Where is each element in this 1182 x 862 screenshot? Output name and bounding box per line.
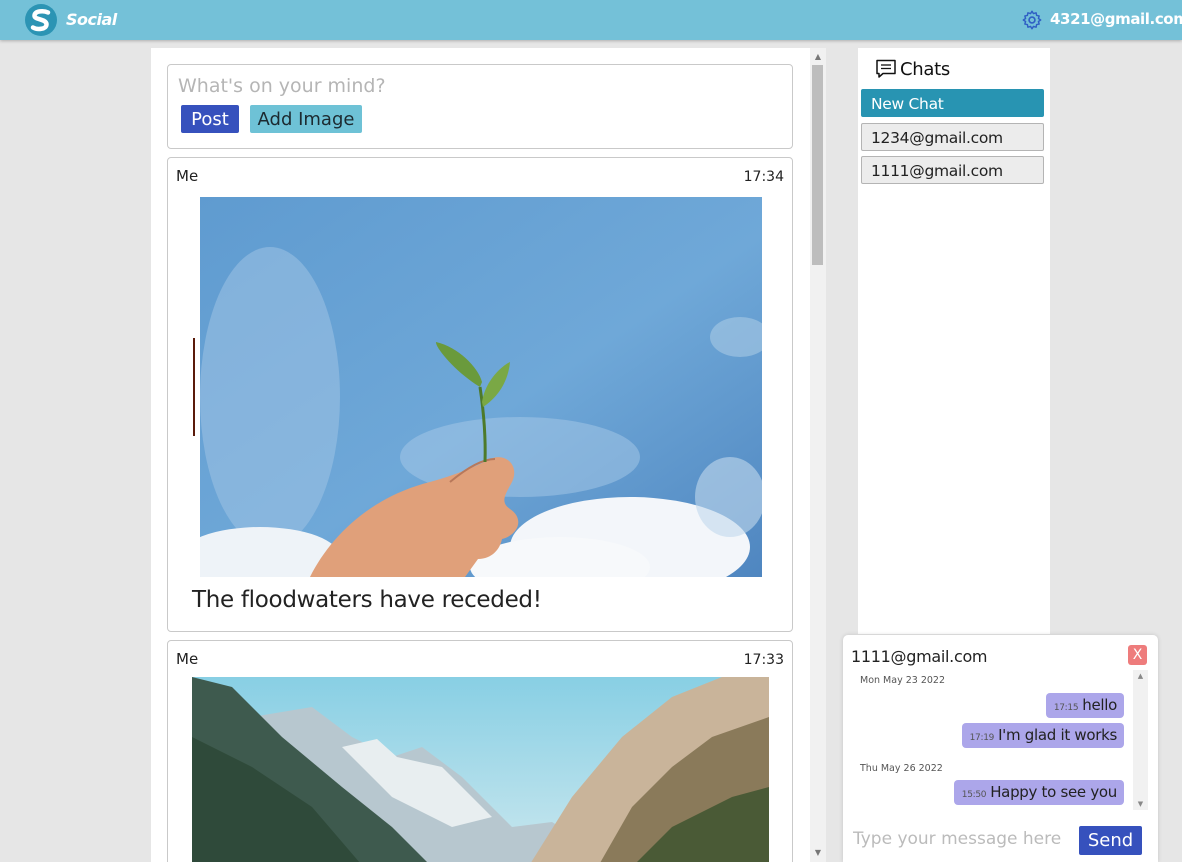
post-time: 17:33: [743, 652, 784, 668]
chats-title: Chats: [900, 59, 950, 80]
post-time: 17:34: [743, 169, 784, 185]
post-card: Me 17:34 The floodwaters have receded!: [167, 157, 793, 632]
scroll-down-arrow-icon[interactable]: ▼: [810, 846, 826, 860]
brand-name[interactable]: Social: [66, 10, 117, 29]
user-email[interactable]: 4321@gmail.com: [1050, 10, 1182, 28]
post-image[interactable]: [192, 677, 769, 862]
scroll-up-arrow-icon[interactable]: ▲: [810, 50, 826, 64]
add-image-button[interactable]: Add Image: [250, 105, 362, 133]
message-bubble: 17:19 I'm glad it works: [961, 723, 1124, 748]
message-time: 17:19: [969, 733, 995, 743]
message-text: I'm glad it works: [998, 726, 1117, 744]
message-bubble: 17:15 hello: [1045, 693, 1124, 718]
post-author: Me: [176, 167, 199, 185]
chat-icon: [876, 59, 896, 78]
feed-scrollbar[interactable]: ▲ ▼: [810, 48, 826, 862]
send-button[interactable]: Send: [1079, 826, 1142, 855]
date-separator: Mon May 23 2022: [860, 675, 945, 686]
image-edge-mark: [193, 338, 195, 436]
message-text: hello: [1082, 696, 1117, 714]
feed-panel: Post Add Image Me 17:34: [151, 48, 810, 862]
scroll-thumb[interactable]: [812, 65, 823, 265]
chat-list-item[interactable]: 1234@gmail.com: [861, 123, 1044, 151]
message-bubble: 15:50 Happy to see you: [953, 780, 1124, 805]
status-input[interactable]: [178, 75, 738, 97]
s-logo-icon[interactable]: [24, 3, 58, 37]
chat-window: 1111@gmail.com X Mon May 23 2022 17:15 he…: [843, 635, 1158, 862]
scroll-down-arrow-icon[interactable]: ▼: [1133, 800, 1148, 808]
message-text: Happy to see you: [990, 783, 1117, 801]
post-card: Me 17:33: [167, 640, 793, 862]
chat-scrollbar[interactable]: ▲ ▼: [1133, 670, 1148, 810]
date-separator: Thu May 26 2022: [860, 763, 943, 774]
post-button[interactable]: Post: [181, 105, 239, 133]
new-chat-button[interactable]: New Chat: [861, 89, 1044, 117]
message-list[interactable]: Mon May 23 2022 17:15 hello 17:19 I'm glad…: [851, 670, 1133, 810]
chat-list-item[interactable]: 1111@gmail.com: [861, 156, 1044, 184]
post-image[interactable]: [200, 197, 762, 577]
message-time: 17:15: [1053, 703, 1079, 713]
chat-window-title: 1111@gmail.com: [851, 647, 988, 666]
top-bar: Social 4321@gmail.com: [0, 0, 1182, 40]
message-input[interactable]: [853, 829, 1073, 849]
chats-panel: Chats New Chat 1234@gmail.com 1111@gmail…: [858, 48, 1050, 634]
message-time: 15:50: [961, 790, 987, 800]
scroll-up-arrow-icon[interactable]: ▲: [1133, 672, 1148, 680]
post-author: Me: [176, 650, 199, 668]
close-chat-button[interactable]: X: [1128, 645, 1147, 665]
post-caption: The floodwaters have receded!: [192, 587, 542, 613]
post-composer: Post Add Image: [167, 64, 793, 149]
gear-icon[interactable]: [1021, 9, 1043, 31]
